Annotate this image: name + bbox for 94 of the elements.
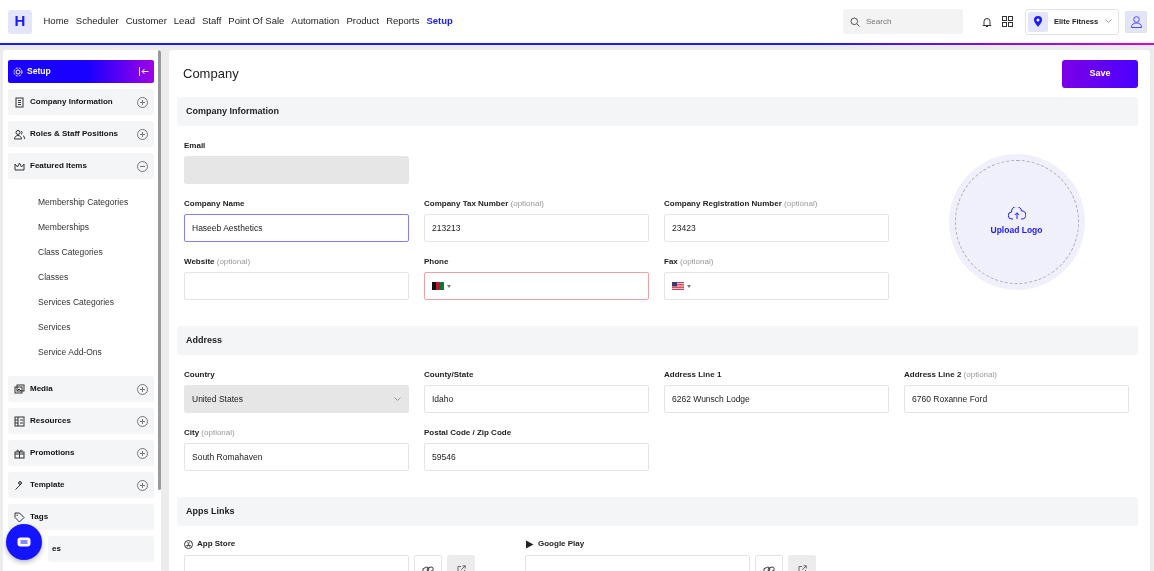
chevron-down-icon [1105,19,1112,24]
section-header: Address [177,326,1138,355]
sidebar-item[interactable]: Classes [38,268,157,287]
input-field[interactable]: 6262 Wunsch Lodge [664,385,889,413]
accordion-header[interactable]: Featured Items [8,153,154,179]
accordion-header[interactable]: Media [8,376,154,402]
search-icon [850,16,860,27]
field-label: Address Line 1 [664,369,723,381]
input-field[interactable]: Idaho [424,385,649,413]
nav-link[interactable]: Home [40,14,73,29]
section-icon [14,160,25,172]
caret-down-icon[interactable] [447,284,451,288]
input-field[interactable]: 6760 Roxanne Ford [904,385,1129,413]
nav-link[interactable]: Point Of Sale [224,14,288,29]
flag-icon[interactable] [432,282,444,290]
field-label: Company Registration Number (optional) [664,198,819,210]
input-field[interactable]: South Romahaven [184,443,409,471]
section-icon [14,511,25,523]
nav-link[interactable]: Customer [122,14,171,29]
sidebar-title: Setup [27,65,52,78]
field-label: App Store [197,538,236,550]
field-label: Website (optional) [184,256,252,268]
sidebar-item[interactable]: Services [38,318,157,337]
field-label: Email [184,140,207,152]
location-pin-icon [1034,16,1042,27]
field-label: Google Play [538,538,585,550]
input-field[interactable] [184,272,409,300]
nav-link[interactable]: Reports [382,14,423,29]
external-link-icon [456,564,466,571]
accordion-header[interactable]: Tags [8,504,154,530]
collapse-icon[interactable] [139,67,149,76]
page-title: Company [183,65,239,84]
sidebar-item[interactable]: Membership Categories [38,193,157,212]
apps-grid-icon[interactable] [1002,16,1013,27]
chat-button[interactable] [6,524,42,560]
section-icon [14,383,25,395]
section-header: Apps Links [177,497,1138,526]
link-icon [422,564,434,571]
accordion-header[interactable]: es [48,536,154,562]
field-label: Postal Code / Zip Code [424,427,513,439]
caret-down-icon[interactable] [687,284,691,288]
save-button[interactable]: Save [1062,60,1138,88]
logo[interactable]: H [8,9,32,34]
field-label: Company Name [184,198,246,210]
accordion-header[interactable]: Company Information [8,89,154,115]
field-label: Company Tax Number (optional) [424,198,545,210]
select-field[interactable]: United States [184,385,409,413]
link-icon [763,564,775,571]
scrollbar[interactable] [158,50,161,490]
field-label: Country [184,369,216,381]
nav-link[interactable]: Staff [198,14,225,29]
section-icon [14,128,25,140]
chevron-down-icon [394,396,401,402]
section-header: Company Information [177,97,1138,126]
upload-logo-button[interactable]: Upload Logo [948,154,1085,290]
section-icon [14,479,25,491]
gear-icon [13,66,23,77]
accordion-header[interactable]: Template [8,472,154,498]
nav-link[interactable]: Setup [422,14,457,29]
field-label: County/State [424,369,475,381]
play-icon [525,539,534,549]
sidebar-item[interactable]: Class Categories [38,243,157,262]
section-icon [14,96,25,108]
field-label: City (optional) [184,427,236,439]
accordion-header[interactable]: Resources [8,408,154,434]
nav-link[interactable]: Product [342,14,383,29]
chat-icon [17,537,31,547]
accordion-header[interactable]: Promotions [8,440,154,466]
search-field[interactable]: Search [864,14,954,29]
nav-link[interactable]: Scheduler [72,14,123,29]
accordion-header[interactable]: Roles & Staff Positions [8,121,154,147]
sidebar-item[interactable]: Service Add-Ons [38,343,157,362]
bell-icon[interactable] [981,15,993,28]
flag-icon[interactable] [672,282,684,290]
sidebar-item[interactable]: Services Categories [38,293,157,312]
external-link-icon [797,564,807,571]
cloud-upload-icon [1007,207,1026,221]
sidebar-item[interactable]: Memberships [38,218,157,237]
search-bar[interactable]: Search [843,9,963,34]
input-field[interactable]: Haseeb Aesthetics [184,214,409,242]
field-label: Address Line 2 (optional) [904,369,998,381]
user-button[interactable] [1125,10,1147,33]
input-field[interactable]: 59546 [424,443,649,471]
app-store-icon [184,539,193,549]
nav-link[interactable]: Lead [170,14,199,29]
field-label: Fax (optional) [664,256,715,268]
nav-link[interactable]: Automation [287,14,343,29]
phone-field[interactable] [424,272,649,300]
section-icon [14,447,25,459]
field-label: Phone [424,256,450,268]
user-icon [1130,15,1142,28]
input-field[interactable]: 23423 [664,214,889,242]
input-field[interactable]: 213213 [424,214,649,242]
section-icon [14,415,25,427]
